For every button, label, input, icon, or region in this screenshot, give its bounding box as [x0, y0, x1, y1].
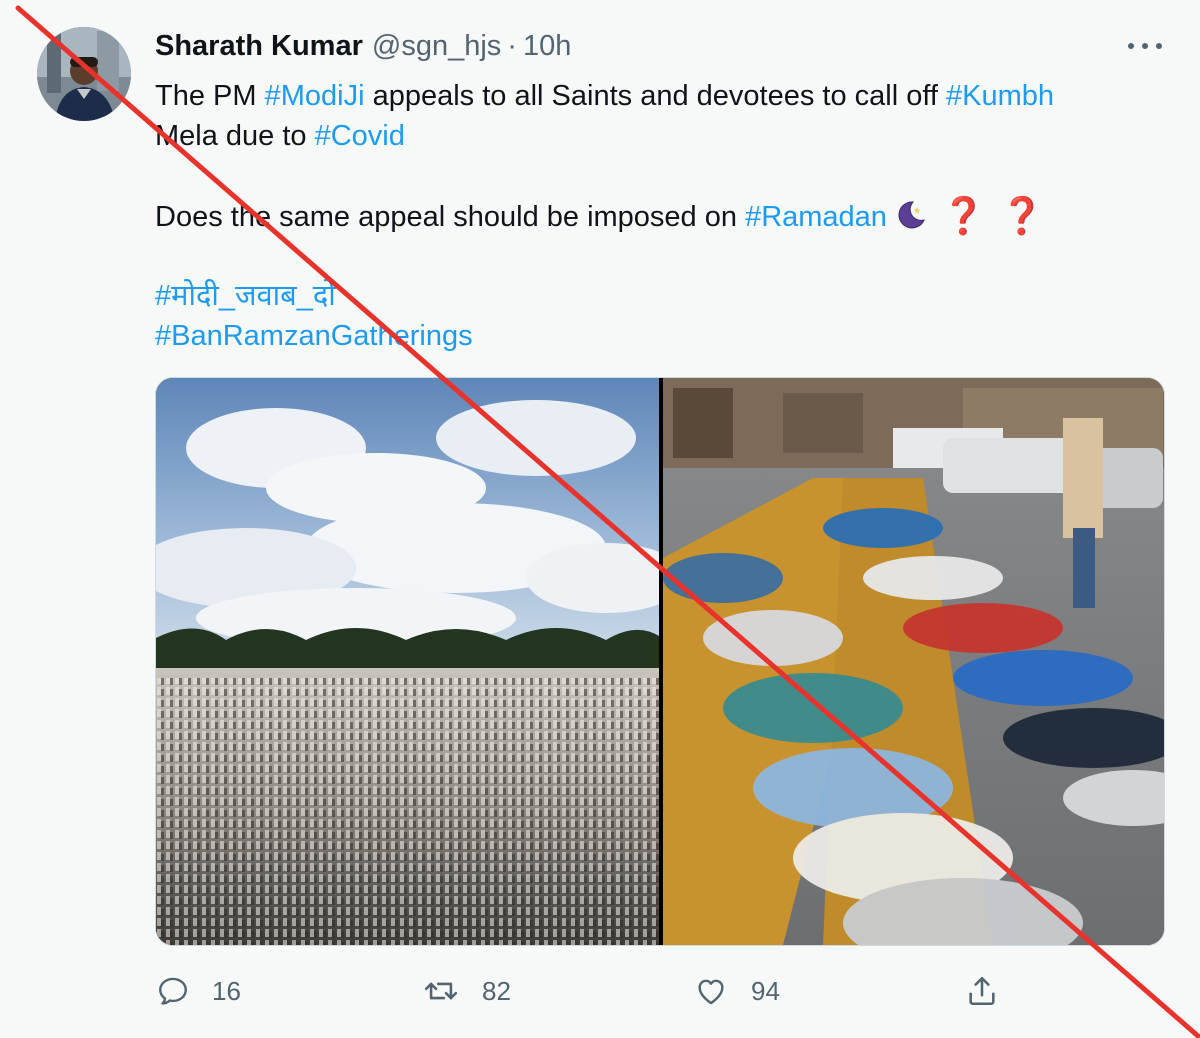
share-button[interactable] — [965, 968, 999, 1014]
photo-street-prayer-rows[interactable] — [663, 378, 1164, 945]
hashtag-link[interactable]: #Ramadan — [745, 201, 887, 233]
more-options-icon[interactable] — [1128, 36, 1162, 56]
question-mark-icon: ❓ — [940, 195, 986, 236]
share-icon — [965, 974, 999, 1008]
tweet-text-segment: The PM — [155, 80, 265, 112]
question-mark-icon: ❓ — [999, 195, 1045, 236]
author-avatar[interactable] — [37, 27, 131, 121]
tweet-text-line: Mela due to #Covid — [155, 116, 1155, 156]
tweet-text-blank-line — [155, 156, 1155, 196]
tweet-text: The PM #ModiJi appeals to all Saints and… — [155, 76, 1155, 356]
hashtag-link[interactable]: #Covid — [315, 120, 405, 152]
like-count: 94 — [751, 975, 780, 1006]
photo-outdoor-prayer-crowd[interactable] — [156, 378, 686, 945]
hashtag-link[interactable]: #BanRamzanGatherings — [155, 320, 473, 352]
header-separator: · — [507, 30, 517, 62]
like-button[interactable]: 94 — [693, 968, 780, 1014]
tweet-text-segment: appeals to all Saints and devotees to ca… — [364, 80, 946, 112]
tweet-text-segment: Does the same appeal should be imposed o… — [155, 201, 746, 233]
tweet-card: Sharath Kumar @sgn_hjs · 10h The PM #Mod… — [0, 0, 1200, 1038]
reply-button[interactable]: 16 — [156, 968, 241, 1014]
hashtag-link[interactable]: #मोदी_जवाब_दो — [155, 280, 336, 312]
tweet-media[interactable] — [155, 377, 1165, 946]
tweet-text-line: #BanRamzanGatherings — [155, 316, 1155, 356]
tweet-text-line: Does the same appeal should be imposed o… — [155, 196, 1155, 236]
tweet-text-blank-line — [155, 236, 1155, 276]
tweet-text-segment: Mela due to — [155, 120, 315, 152]
tweet-actions: 16 82 94 — [0, 968, 1200, 1014]
retweet-count: 82 — [482, 975, 511, 1006]
author-name[interactable]: Sharath Kumar — [155, 30, 363, 63]
crescent-moon-icon — [893, 198, 927, 232]
reply-icon — [156, 974, 190, 1008]
tweet-header: Sharath Kumar @sgn_hjs · 10h — [155, 30, 571, 66]
tweet-text-line: The PM #ModiJi appeals to all Saints and… — [155, 76, 1155, 116]
tweet-timestamp[interactable]: 10h — [523, 30, 571, 63]
heart-icon — [693, 974, 729, 1008]
author-handle[interactable]: @sgn_hjs — [372, 30, 501, 63]
hashtag-link[interactable]: #ModiJi — [265, 80, 365, 112]
hashtag-link[interactable]: #Kumbh — [946, 80, 1054, 112]
retweet-icon — [422, 974, 460, 1008]
retweet-button[interactable]: 82 — [422, 968, 511, 1014]
tweet-text-line: #मोदी_जवाब_दो — [155, 276, 1155, 316]
reply-count: 16 — [212, 975, 241, 1006]
